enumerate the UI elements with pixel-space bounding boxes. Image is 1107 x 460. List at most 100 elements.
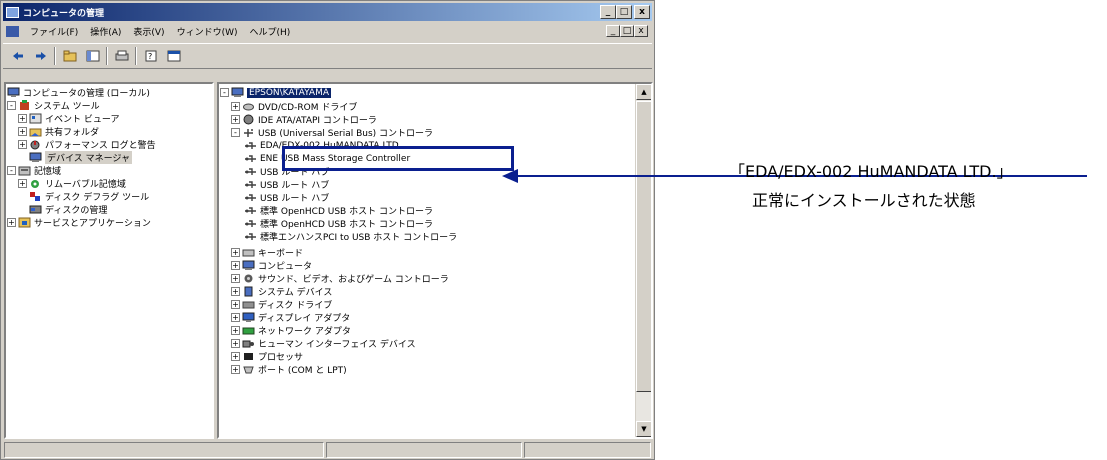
tree-item-event-viewer[interactable]: + イベント ビューア [18,112,120,125]
dvd-icon [242,101,255,112]
device-tree-item[interactable]: + ポート (COM と LPT) [231,363,347,376]
properties-icon[interactable]: ? [141,47,160,66]
display-icon [242,312,255,323]
tree-item-device-manager[interactable]: デバイス マネージャ [29,151,132,164]
device-tree-item[interactable]: + ヒューマン インターフェイス デバイス [231,337,416,350]
expand-toggle[interactable]: + [231,115,240,124]
tree-label: 標準 OpenHCD USB ホスト コントローラ [260,207,433,217]
expand-toggle[interactable]: + [7,218,16,227]
expand-toggle[interactable]: + [231,248,240,257]
collapse-toggle[interactable]: - [220,88,229,97]
device-tree-item[interactable]: - USB (Universal Serial Bus) コントローラ [231,126,433,139]
collapse-toggle[interactable]: - [7,166,16,175]
tree-item-removable-storage[interactable]: + リムーバブル記憶域 [18,177,126,190]
menu-window[interactable]: ウィンドウ(W) [172,24,243,39]
tree-label: 共有フォルダ [45,128,100,138]
usb-device-icon [244,205,257,216]
device-tree-item[interactable]: + ネットワーク アダプタ [231,324,351,337]
highlight-box [282,146,514,171]
tree-item-disk-management[interactable]: ディスクの管理 [29,203,107,216]
back-arrow-icon[interactable] [8,47,27,66]
device-tree-item[interactable]: + コンピュータ [231,259,312,272]
console-tree-pane[interactable]: コンピュータの管理 (ローカル) - システム ツール + イベント ビューア … [4,82,214,439]
collapse-toggle[interactable]: - [231,128,240,137]
system-icon [242,286,255,297]
expand-toggle[interactable]: + [231,339,240,348]
tree-item-system-tools[interactable]: - システム ツール [7,99,100,112]
device-tree-item[interactable]: + IDE ATA/ATAPI コントローラ [231,113,377,126]
tree-label: システム デバイス [258,288,333,298]
device-tree-item[interactable]: + DVD/CD-ROM ドライブ [231,100,357,113]
scroll-down-button[interactable]: ▼ [636,421,651,437]
tree-item-shared-folders[interactable]: + 共有フォルダ [18,125,99,138]
expand-toggle[interactable]: + [18,179,27,188]
minimize-button[interactable]: _ [600,5,616,19]
performance-icon [29,139,42,150]
disk-icon [242,299,255,310]
tree-item-storage[interactable]: - 記憶域 [7,164,61,177]
device-tree-item[interactable]: USB ルート ハブ [242,178,329,191]
hid-icon [242,338,255,349]
expand-toggle[interactable]: + [231,352,240,361]
processor-icon [242,351,255,362]
device-tree-item[interactable]: + キーボード [231,246,303,259]
device-tree-pane[interactable]: - EPSON\KATAYAMA + DVD/CD-ROM ドライブ + IDE ATA/… [217,82,653,439]
up-folder-icon[interactable] [60,47,79,66]
device-tree-item[interactable]: + システム デバイス [231,285,332,298]
maximize-button[interactable]: □ [616,5,632,19]
mdi-restore-button[interactable]: □ [620,25,634,37]
collapse-toggle[interactable]: - [7,101,16,110]
tree-item-disk-defrag[interactable]: ディスク デフラグ ツール [29,190,149,203]
device-tree-item[interactable]: 標準 OpenHCD USB ホスト コントローラ [242,217,433,230]
device-tree-item[interactable]: USB ルート ハブ [242,191,329,204]
menu-view[interactable]: 表示(V) [128,24,169,39]
system-menu-icon[interactable] [6,26,19,37]
tree-item-computer-management[interactable]: コンピュータの管理 (ローカル) [7,86,150,99]
device-manager-icon [29,152,42,163]
expand-toggle[interactable]: + [231,365,240,374]
tree-label: ネットワーク アダプタ [258,327,351,337]
help-icon[interactable] [164,47,183,66]
expand-toggle[interactable]: + [18,114,27,123]
tree-label: EPSON\KATAYAMA [247,87,332,98]
expand-toggle[interactable]: + [18,127,27,136]
computer-icon [231,87,244,98]
tree-item-services-applications[interactable]: + サービスとアプリケーション [7,216,151,229]
event-viewer-icon [29,113,42,124]
print-icon[interactable] [112,47,131,66]
mdi-close-button[interactable]: x [634,25,648,37]
title-bar[interactable]: コンピュータの管理 _ □ x [3,3,652,21]
device-tree-item[interactable]: - EPSON\KATAYAMA [220,86,332,99]
mdi-minimize-button[interactable]: _ [606,25,620,37]
expand-toggle[interactable]: + [231,313,240,322]
tree-item-performance-logs[interactable]: + パフォーマンス ログと警告 [18,138,156,151]
scroll-thumb[interactable] [636,101,651,392]
menu-action[interactable]: 操作(A) [85,24,126,39]
expand-toggle[interactable]: + [231,300,240,309]
forward-arrow-icon[interactable] [31,47,50,66]
menu-file[interactable]: ファイル(F) [25,24,83,39]
expand-toggle[interactable]: + [231,102,240,111]
expand-toggle[interactable]: + [231,326,240,335]
device-tree-item[interactable]: + ディスプレイ アダプタ [231,311,350,324]
vertical-scrollbar[interactable]: ▲ ▼ [635,84,651,437]
scroll-up-button[interactable]: ▲ [636,84,651,100]
annotation-status-text: 正常にインストールされた状態 [752,191,976,210]
expand-toggle[interactable]: + [231,274,240,283]
device-tree-item[interactable]: 標準 OpenHCD USB ホスト コントローラ [242,204,433,217]
tree-label: ディスプレイ アダプタ [258,314,351,324]
tree-label: ポート (COM と LPT) [258,366,347,376]
menu-help[interactable]: ヘルプ(H) [245,24,296,39]
annotation-arrow-head [502,169,518,183]
device-tree-item[interactable]: + サウンド、ビデオ、およびゲーム コントローラ [231,272,449,285]
expand-toggle[interactable]: + [231,287,240,296]
device-tree-item[interactable]: + ディスク ドライブ [231,298,332,311]
device-tree-item[interactable]: 標準エンハンスPCI to USB ホスト コントローラ [242,230,457,243]
console-tree-icon[interactable] [83,47,102,66]
device-tree-item[interactable]: + プロセッサ [231,350,303,363]
computer-management-icon [7,87,20,98]
expand-toggle[interactable]: + [231,261,240,270]
network-icon [242,325,255,336]
close-button[interactable]: x [634,5,650,19]
expand-toggle[interactable]: + [18,140,27,149]
